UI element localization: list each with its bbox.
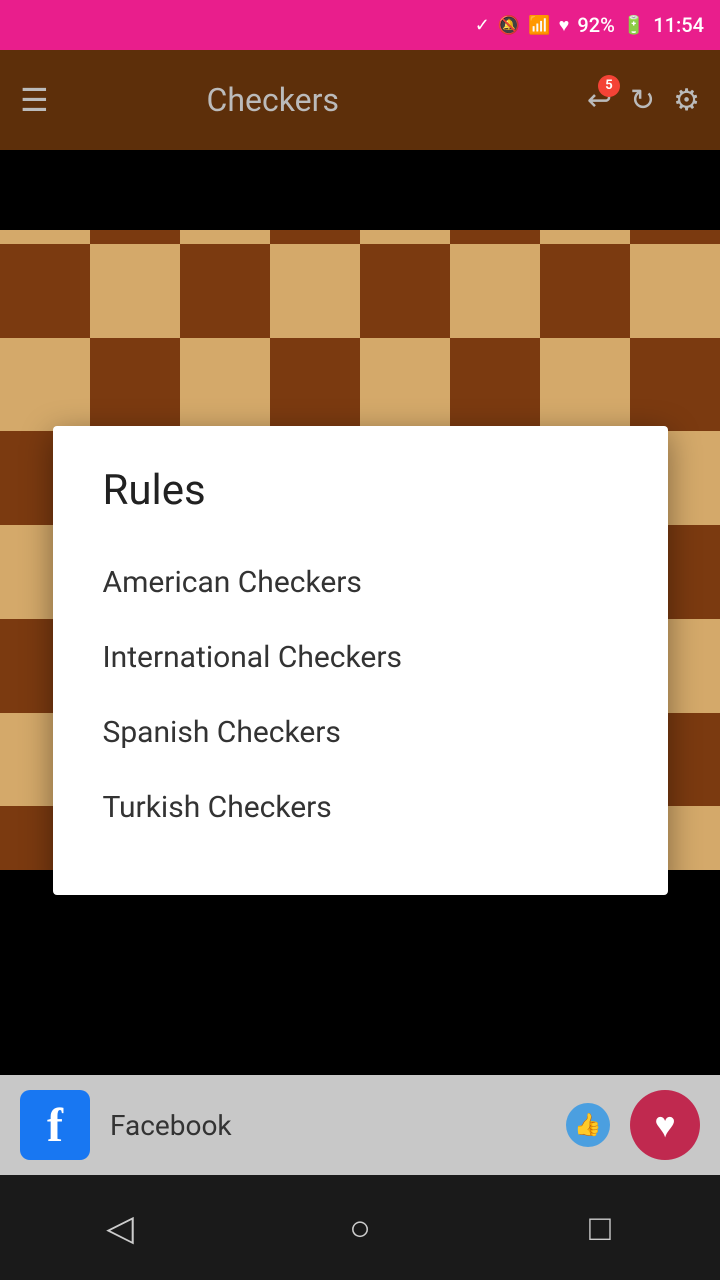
heart-icon: ♥ xyxy=(654,1104,675,1146)
redo-icon[interactable]: ↻ xyxy=(630,83,655,118)
battery-text: 92% xyxy=(577,13,614,37)
status-icons: ✓ 🔕 📶 ♥ 92% 🔋 11:54 xyxy=(475,13,704,37)
facebook-icon: f xyxy=(20,1090,90,1160)
back-button[interactable]: ◁ xyxy=(80,1198,160,1258)
time-text: 11:54 xyxy=(653,13,704,37)
back-icon: ◁ xyxy=(106,1207,134,1249)
rule-turkish[interactable]: Turkish Checkers xyxy=(103,770,618,845)
action-icons: ↩ 5 ↻ ⚙ xyxy=(587,83,700,118)
recents-button[interactable]: □ xyxy=(560,1198,640,1258)
modal-title: Rules xyxy=(103,466,618,515)
facebook-heart-button[interactable]: ♥ xyxy=(630,1090,700,1160)
home-button[interactable]: ○ xyxy=(320,1198,400,1258)
home-icon: ○ xyxy=(349,1207,371,1249)
app-bar: ☰ Checkers ↩ 5 ↻ ⚙ xyxy=(0,50,720,150)
app-title: Checkers xyxy=(0,81,567,119)
mute-icon: 🔕 xyxy=(498,15,520,36)
wifi-icon: 📶 xyxy=(528,15,550,36)
top-overlay xyxy=(0,150,720,230)
modal-overlay: Rules American Checkers International Ch… xyxy=(0,300,720,900)
facebook-ad-bar: f Facebook 👍 ♥ xyxy=(0,1075,720,1175)
data-icon: ♥ xyxy=(559,15,570,36)
rule-spanish[interactable]: Spanish Checkers xyxy=(103,695,618,770)
facebook-label: Facebook xyxy=(110,1109,546,1142)
bluetooth-icon: ✓ xyxy=(475,15,490,36)
recents-icon: □ xyxy=(589,1207,611,1249)
undo-button[interactable]: ↩ 5 xyxy=(587,83,612,118)
rule-international[interactable]: International Checkers xyxy=(103,620,618,695)
rules-dialog: Rules American Checkers International Ch… xyxy=(53,426,668,895)
facebook-like-button[interactable]: 👍 xyxy=(566,1103,610,1147)
status-bar: ✓ 🔕 📶 ♥ 92% 🔋 11:54 xyxy=(0,0,720,50)
battery-icon: 🔋 xyxy=(623,15,645,36)
facebook-letter: f xyxy=(47,1098,63,1153)
nav-bar: ◁ ○ □ xyxy=(0,1175,720,1280)
board-area: Rules American Checkers International Ch… xyxy=(0,150,720,900)
undo-badge: 5 xyxy=(598,75,620,97)
rule-american[interactable]: American Checkers xyxy=(103,545,618,620)
thumbs-up-icon: 👍 xyxy=(574,1113,601,1138)
settings-icon[interactable]: ⚙ xyxy=(673,83,700,118)
